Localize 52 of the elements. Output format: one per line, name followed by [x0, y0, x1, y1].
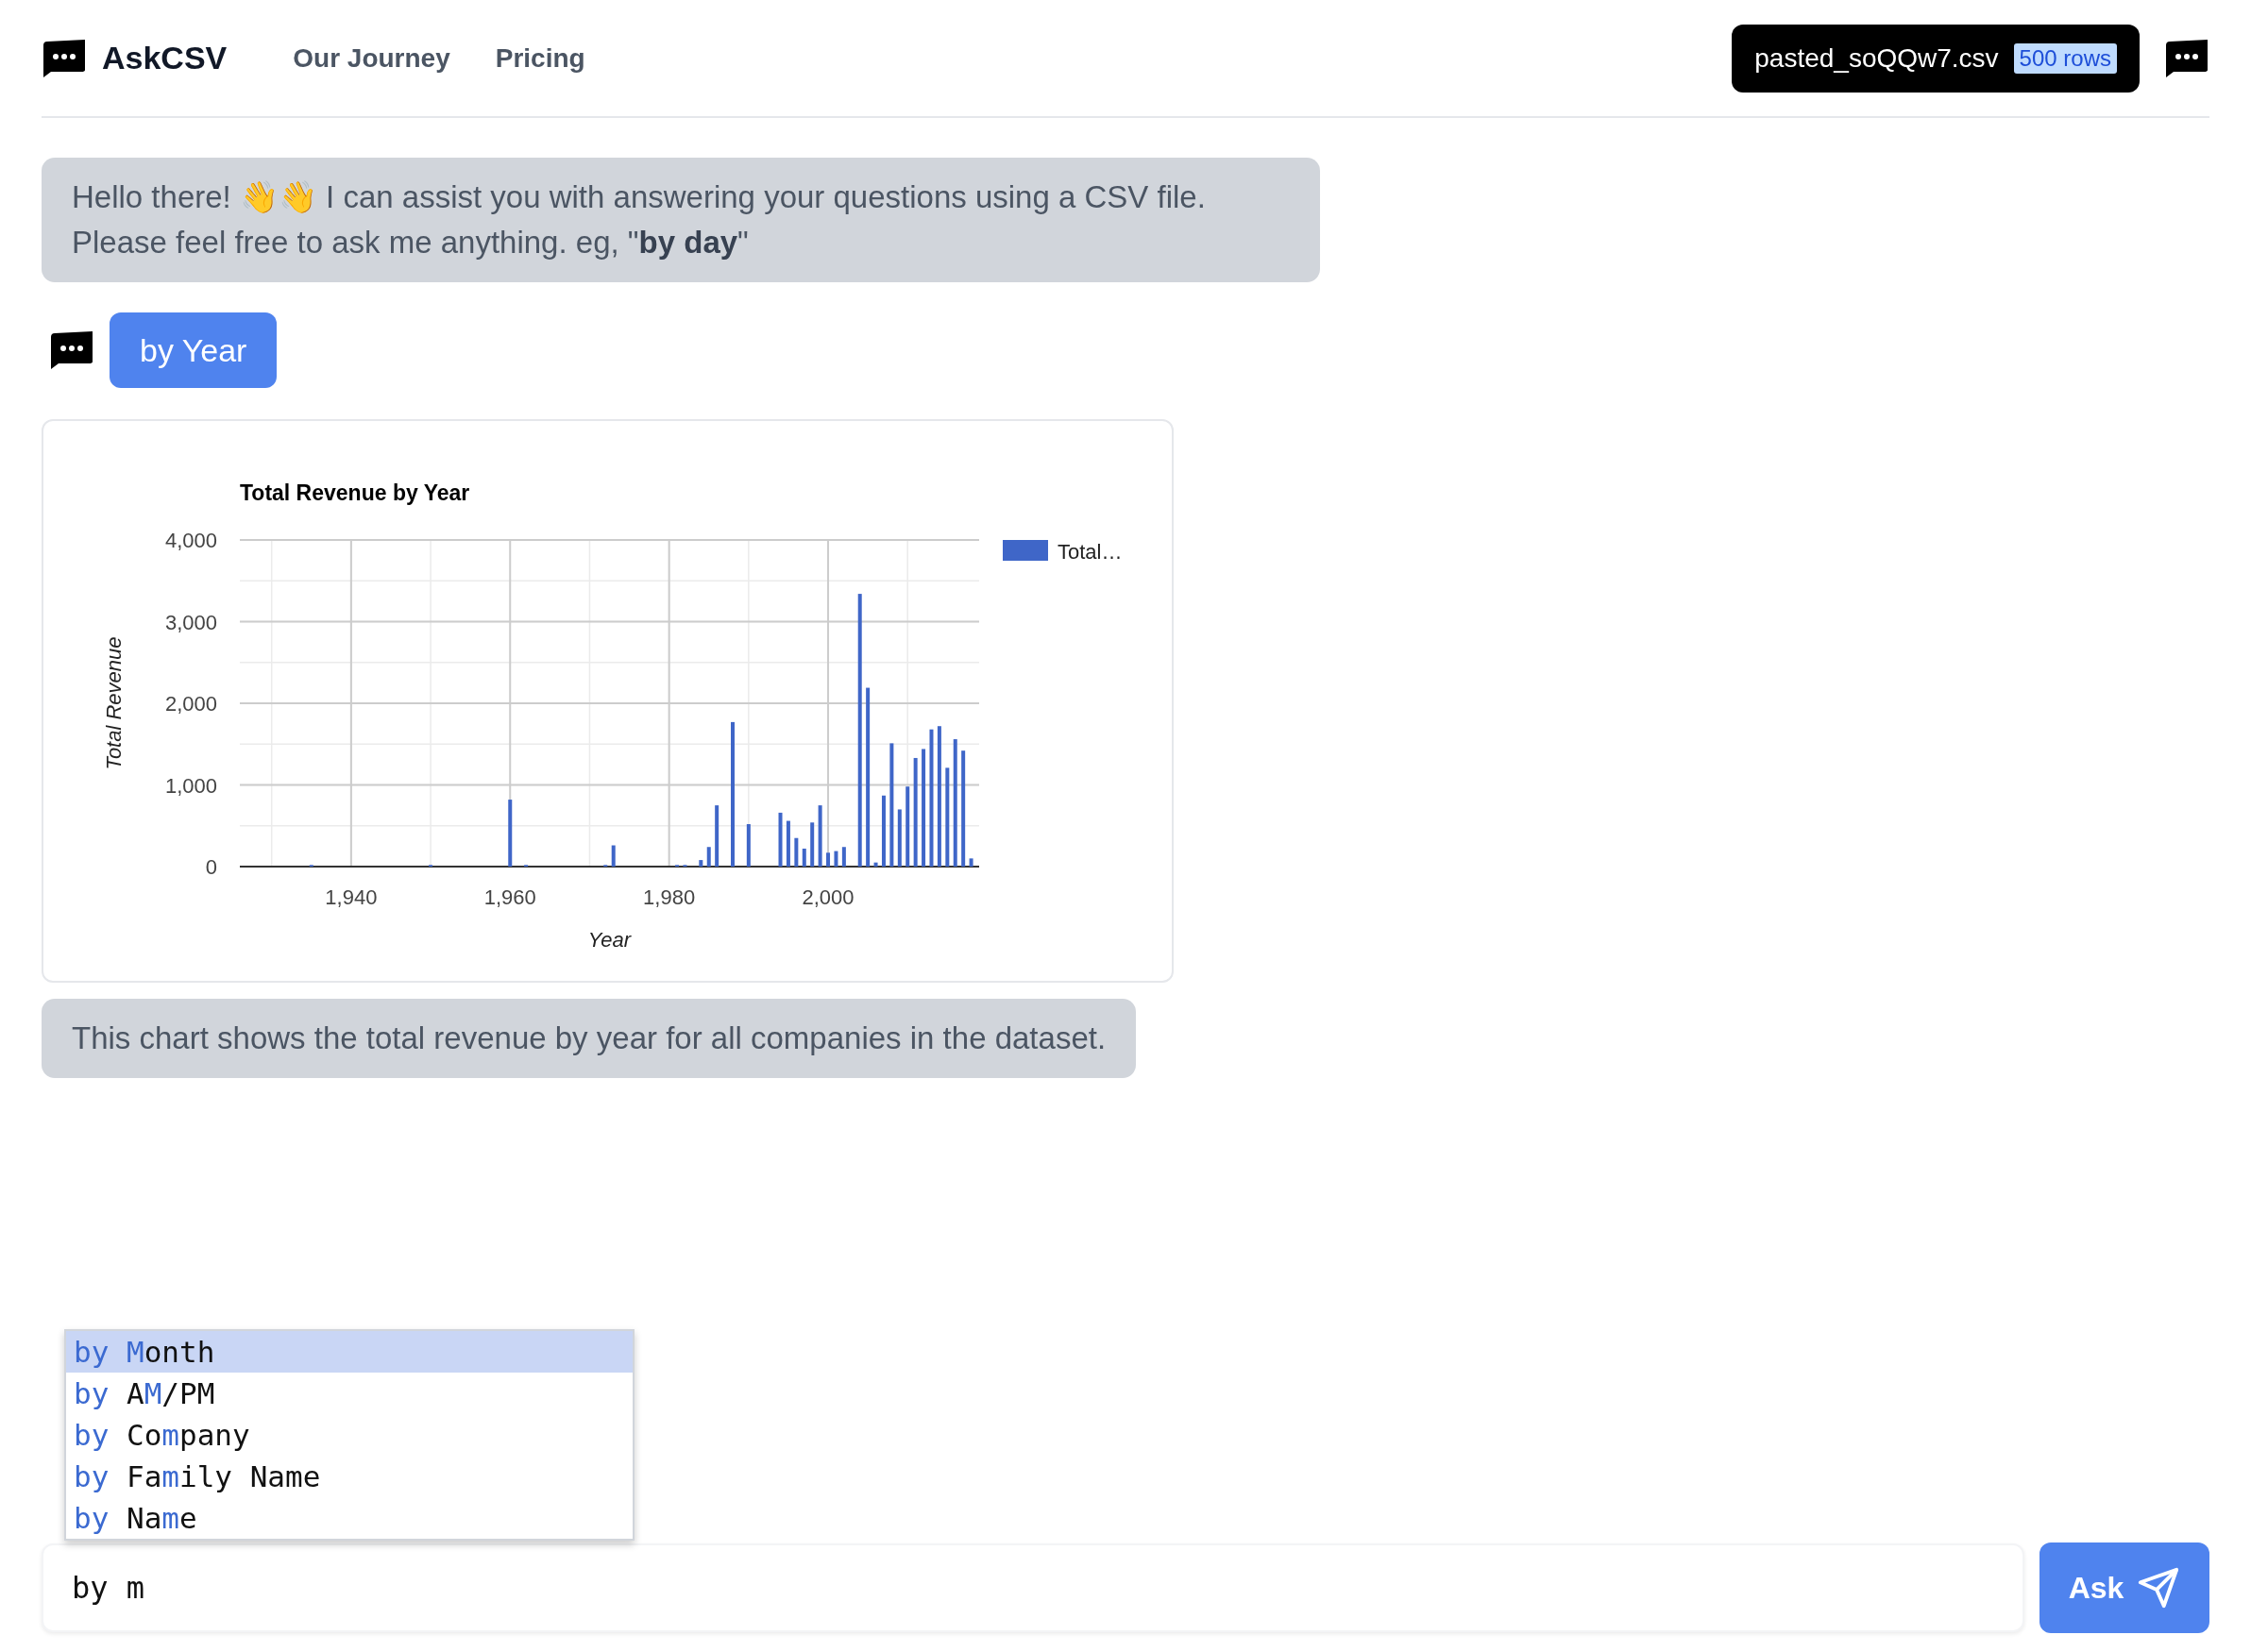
suggestion-item[interactable]: by Name — [66, 1497, 633, 1539]
revenue-bar — [778, 812, 783, 867]
chat-bubble-icon — [2164, 39, 2209, 77]
y-tick-label: 3,000 — [164, 610, 217, 634]
nav-link[interactable]: Our Journey — [293, 42, 450, 74]
revenue-bar — [969, 858, 973, 867]
revenue-bar — [818, 805, 822, 867]
revenue-bar — [802, 848, 806, 867]
ask-button[interactable]: Ask — [2039, 1542, 2209, 1633]
revenue-bar — [746, 824, 751, 867]
legend-swatch — [1003, 540, 1048, 561]
x-tick-label: 2,000 — [802, 885, 855, 909]
legend-label: Total… — [1058, 540, 1123, 564]
x-tick-label: 1,940 — [325, 885, 378, 909]
revenue-bar — [897, 809, 902, 867]
x-tick-label: 1,960 — [483, 885, 536, 909]
bot-message: This chart shows the total revenue by year for all companies in the dataset. — [42, 999, 1137, 1078]
revenue-bar — [611, 845, 616, 867]
logo-icon — [42, 39, 87, 77]
file-name: pasted_soQQw7.csv — [1754, 42, 1999, 74]
y-tick-label: 1,000 — [164, 773, 217, 798]
send-icon — [2137, 1566, 2181, 1610]
file-button[interactable]: pasted_soQQw7.csv 500 rows — [1732, 24, 2140, 93]
nav-link[interactable]: Pricing — [495, 42, 585, 74]
y-tick-label: 2,000 — [164, 692, 217, 716]
revenue-bar — [841, 847, 846, 867]
revenue-bar — [699, 860, 703, 867]
chart-title: Total Revenue by Year — [240, 480, 470, 505]
revenue-bar — [873, 862, 878, 867]
suggestion-item[interactable]: by AM/PM — [66, 1373, 633, 1414]
revenue-bar — [834, 851, 838, 867]
suggestion-item[interactable]: by Family Name — [66, 1456, 633, 1497]
revenue-bar — [810, 822, 815, 867]
revenue-bar — [508, 800, 513, 867]
y-tick-label: 0 — [205, 855, 217, 879]
revenue-bar — [826, 852, 831, 867]
user-message: by Year — [110, 312, 278, 388]
suggestion-item[interactable]: by Company — [66, 1414, 633, 1456]
row-count-badge: 500 rows — [2013, 42, 2117, 74]
y-tick-label: 4,000 — [164, 529, 217, 552]
suggestion-item[interactable]: by Month — [66, 1331, 633, 1373]
revenue-bar — [715, 805, 719, 867]
x-tick-label: 1,980 — [643, 885, 696, 909]
brand-name: AskCSV — [102, 40, 228, 76]
x-axis-title: Year — [587, 928, 632, 952]
revenue-bar — [706, 847, 711, 867]
bot-message: Hello there! 👋👋 I can assist you with answering your questions using a CSV file. Please feel free to ask me anything. eg, "by day" — [42, 158, 1320, 282]
revenue-bar — [786, 820, 790, 867]
revenue-bar — [794, 837, 799, 867]
y-axis-title: Total Revenue — [102, 636, 126, 770]
chat-bubble-icon — [49, 331, 94, 369]
question-input-field[interactable]: by m — [42, 1543, 2024, 1632]
